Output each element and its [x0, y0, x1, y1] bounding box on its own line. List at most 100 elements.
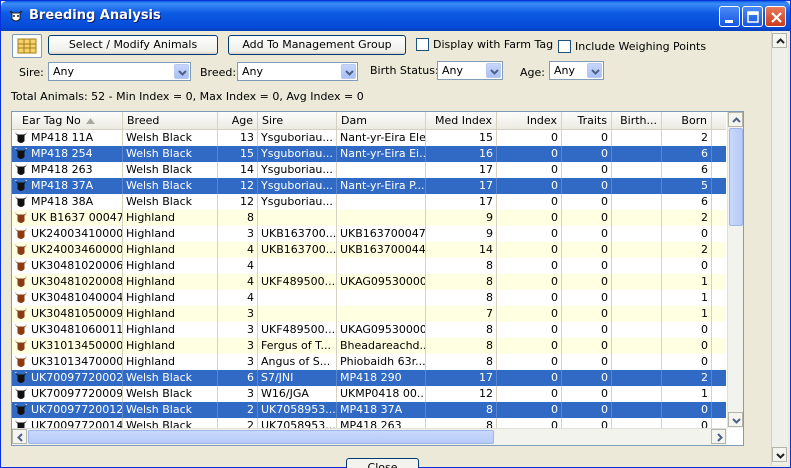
table-row[interactable]: UK700977200023 Welsh Black 6 S7/JNI MP418 29… [12, 370, 726, 386]
scroll-left-button[interactable] [12, 429, 27, 444]
maximize-button[interactable] [742, 6, 763, 27]
column-header-ear-tag[interactable]: Ear Tag No [12, 112, 123, 130]
column-header-index[interactable]: Index [497, 112, 562, 130]
cell-birth [612, 370, 662, 386]
cell-med-index: 17 [426, 178, 497, 194]
black-cow-icon [14, 131, 28, 143]
column-header-traits[interactable]: Traits [562, 112, 612, 130]
cell-text: 2 [701, 131, 708, 144]
scroll-thumb[interactable] [28, 430, 494, 444]
brown-cow-icon [14, 339, 28, 351]
cell-text: S7/JNI [261, 371, 294, 384]
cell-text: MP418 290 [340, 371, 402, 384]
close-icon [771, 12, 782, 23]
birth-status-select[interactable]: Any [437, 61, 503, 80]
table-row[interactable]: UK B1637 00047 Highland 8 9 0 0 2 [12, 210, 726, 226]
close-button[interactable]: Close [346, 458, 419, 468]
scroll-down-button[interactable] [728, 412, 743, 427]
column-header-born[interactable]: Born [662, 112, 712, 130]
breed-select[interactable]: Any [237, 62, 358, 81]
chevron-up-icon [732, 117, 741, 123]
column-header-sire[interactable]: Sire [258, 112, 337, 130]
scroll-thumb[interactable] [729, 128, 743, 226]
window-vertical-scrollbar[interactable] [771, 31, 788, 465]
table-row[interactable]: UK304810400049 Highland 4 8 0 0 1 [12, 290, 726, 306]
chevron-down-icon[interactable] [587, 63, 602, 78]
cell-sire: UKF489500... [258, 322, 337, 338]
table-header: Ear Tag No Breed Age Sire Dam Med Index Index T… [12, 112, 726, 130]
checkbox-box[interactable] [416, 38, 429, 51]
cell-med-index: 9 [426, 210, 497, 226]
table-horizontal-scrollbar[interactable] [12, 428, 727, 445]
grid-view-button[interactable] [12, 34, 42, 58]
table-row[interactable]: MP418 38A Welsh Black 12 Ysguboriau... 17 0 0 6 [12, 194, 726, 210]
cell-med-index: 8 [426, 290, 497, 306]
cell-birth [612, 402, 662, 418]
cell-text: 0 [601, 339, 608, 352]
table-vertical-scrollbar[interactable] [727, 112, 743, 428]
scroll-right-button[interactable] [711, 429, 726, 444]
table-row[interactable]: MP418 37A Welsh Black 12 Ysguboriau... Nant-… [12, 178, 726, 194]
select-modify-animals-button[interactable]: Select / Modify Animals [48, 35, 218, 55]
column-header-dam[interactable]: Dam [337, 112, 426, 130]
table-row[interactable]: UK310134500002 Highland 3 Fergus of T... Bhe… [12, 338, 726, 354]
sire-select[interactable]: Any [48, 62, 191, 81]
table-row[interactable]: UK240034600006 Highland 4 UKB163700... UKB16… [12, 242, 726, 258]
column-header-age[interactable]: Age [218, 112, 258, 130]
cell-text: 8 [486, 259, 493, 272]
cell-traits: 0 [562, 274, 612, 290]
scroll-up-button[interactable] [772, 33, 787, 48]
cell-text: 4 [247, 291, 254, 304]
cell-text: 8 [486, 291, 493, 304]
cell-sire: Ysguboriau... [258, 146, 337, 162]
table-row[interactable]: UK304810200082 Highland 4 UKF489500... UKAG0… [12, 274, 726, 290]
table-row[interactable]: UK304810600114 Highland 3 UKF489500... UKAG0… [12, 322, 726, 338]
table-row[interactable]: UK700977200093 Welsh Black 3 W16/JGA UKMP041… [12, 386, 726, 402]
cell-breed: Welsh Black [123, 146, 218, 162]
age-select[interactable]: Any [549, 61, 604, 80]
column-header-label: Index [526, 114, 557, 127]
cell-born: 0 [662, 354, 712, 370]
cell-text: Welsh Black [126, 371, 193, 384]
table-row[interactable]: MP418 11A Welsh Black 13 Ysguboriau... Nant-… [12, 130, 726, 146]
cell-text: 3 [247, 227, 254, 240]
scroll-down-button[interactable] [772, 447, 787, 462]
table-row[interactable]: MP418 263 Welsh Black 14 Ysguboriau... 17 0 0 6 [12, 162, 726, 178]
cell-traits: 0 [562, 194, 612, 210]
cell-text: 0 [601, 243, 608, 256]
table-row[interactable]: UK700977200128 Welsh Black 2 UK7058953... MP… [12, 402, 726, 418]
minimize-icon [725, 20, 733, 23]
table-row[interactable]: UK304810500092 Highland 3 7 0 0 1 [12, 306, 726, 322]
cell-index: 0 [497, 306, 562, 322]
title-bar[interactable]: Breeding Analysis [1, 1, 790, 31]
table-row[interactable]: UK310134700004 Highland 3 Angus of S... Phio… [12, 354, 726, 370]
column-header-med-index[interactable]: Med Index [426, 112, 497, 130]
cell-breed: Highland [123, 306, 218, 322]
cell-traits: 0 [562, 322, 612, 338]
cell-text: 2 [701, 243, 708, 256]
cell-text: 0 [551, 211, 558, 224]
chevron-down-icon[interactable] [486, 63, 501, 78]
cell-text: 8 [486, 275, 493, 288]
display-farm-tag-checkbox[interactable]: Display with Farm Tag [416, 38, 556, 52]
add-to-management-group-button[interactable]: Add To Management Group [228, 35, 406, 55]
animals-table[interactable]: Ear Tag No Breed Age Sire Dam Med Index Index T… [11, 111, 744, 446]
table-row[interactable]: UK240034100008 Highland 3 UKB163700... UKB16… [12, 226, 726, 242]
include-weighing-points-checkbox[interactable]: Include Weighing Points [558, 40, 708, 54]
cell-text: 0 [551, 147, 558, 160]
column-header-birth[interactable]: Birth... [612, 112, 662, 130]
chevron-down-icon[interactable] [174, 64, 189, 79]
column-header-breed[interactable]: Breed [123, 112, 218, 130]
table-row[interactable]: MP418 254 Welsh Black 15 Ysguboriau... Nant-… [12, 146, 726, 162]
chevron-down-icon[interactable] [341, 64, 356, 79]
cell-ear-tag: UK B1637 00047 [12, 210, 123, 226]
scroll-up-button[interactable] [728, 112, 743, 127]
close-window-button[interactable] [765, 6, 786, 27]
cell-ear-tag: UK304810200082 [12, 274, 123, 290]
cell-text: 0 [701, 355, 708, 368]
table-row[interactable]: UK304810200061 Highland 4 8 0 0 0 [12, 258, 726, 274]
cell-index: 0 [497, 274, 562, 290]
minimize-button[interactable] [719, 6, 740, 27]
cell-text: Welsh Black [126, 147, 193, 160]
checkbox-box[interactable] [558, 40, 571, 53]
